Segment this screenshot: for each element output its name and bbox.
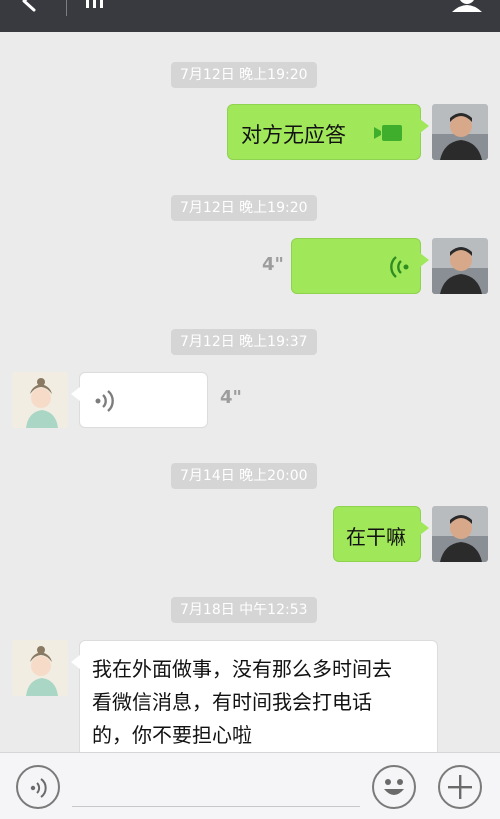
voice-wave-icon	[95, 390, 114, 412]
my-avatar[interactable]	[432, 238, 488, 294]
title-bar	[0, 0, 500, 32]
female-avatar-icon	[12, 640, 68, 696]
message-text-line: 看微信消息，有时间我会打电话	[92, 690, 372, 714]
female-avatar-icon	[12, 372, 68, 428]
voice-message-bubble[interactable]	[71, 372, 208, 428]
plus-icon	[448, 775, 472, 799]
title-divider	[66, 0, 67, 16]
video-call-status-text: 对方无应答	[241, 123, 346, 147]
voice-duration: 4"	[220, 387, 242, 408]
emoji-button[interactable]	[372, 765, 416, 809]
voice-duration: 4"	[262, 254, 284, 275]
text-message-bubble[interactable]: 我在外面做事，没有那么多时间去 看微信消息，有时间我会打电话 的，你不要担心啦	[71, 640, 438, 762]
video-call-bubble[interactable]: 对方无应答	[227, 104, 429, 160]
message-text: 在干嘛	[346, 525, 406, 549]
male-avatar-icon	[432, 238, 488, 294]
timestamp: 7月12日 晚上19:20	[171, 195, 317, 221]
timestamp: 7月12日 晚上19:20	[171, 62, 317, 88]
timestamp: 7月12日 晚上19:37	[171, 329, 317, 355]
chat-area[interactable]: 7月12日 晚上19:20 对方无应答 7月12日 晚上19:20 4" 7月1…	[0, 32, 500, 762]
video-camera-icon	[374, 125, 402, 141]
voice-wave-icon	[390, 256, 409, 278]
voice-input-icon	[30, 778, 47, 798]
message-text-line: 的，你不要担心啦	[92, 723, 252, 747]
emoji-icon	[384, 779, 404, 795]
my-avatar[interactable]	[432, 506, 488, 562]
voice-input-button[interactable]	[16, 765, 60, 809]
back-arrow-icon[interactable]	[18, 0, 40, 12]
more-button[interactable]	[438, 765, 482, 809]
contact-avatar[interactable]	[12, 372, 68, 428]
male-avatar-icon	[432, 104, 488, 160]
my-avatar[interactable]	[432, 104, 488, 160]
contact-avatar[interactable]	[12, 640, 68, 696]
person-icon[interactable]	[450, 0, 484, 12]
message-input[interactable]	[72, 806, 360, 807]
timestamp: 7月18日 中午12:53	[171, 597, 317, 623]
voice-message-bubble[interactable]	[291, 238, 429, 294]
input-bar	[0, 752, 500, 819]
signal-bars-icon	[86, 0, 103, 8]
timestamp: 7月14日 晚上20:00	[171, 463, 317, 489]
text-message-bubble[interactable]: 在干嘛	[333, 506, 429, 562]
male-avatar-icon	[432, 506, 488, 562]
message-text-line: 我在外面做事，没有那么多时间去	[92, 657, 392, 681]
